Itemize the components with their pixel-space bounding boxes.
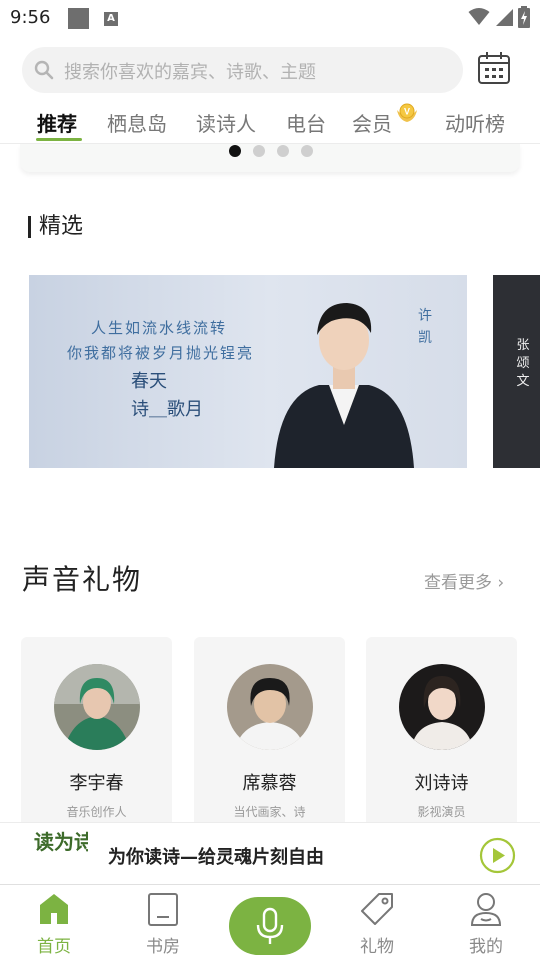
nav-library[interactable]: 书房 [123, 885, 203, 960]
carousel-dot [229, 145, 241, 157]
tag-icon [361, 893, 393, 925]
avatar [227, 664, 313, 750]
avatar [54, 664, 140, 750]
card-subtitle: 春天 [131, 371, 167, 392]
bottom-nav: 首页 书房 礼物 我的 [0, 885, 540, 960]
featured-card[interactable]: 张颂文 [493, 275, 540, 468]
carousel-dot [301, 145, 313, 157]
gift-person-role: 音乐创作人 [66, 805, 127, 819]
signal-icon [496, 9, 513, 26]
chevron-right-icon: › [497, 573, 505, 593]
nav-mine[interactable]: 我的 [446, 885, 526, 960]
nav-home-label: 首页 [37, 937, 71, 957]
record-button[interactable] [229, 897, 311, 955]
nav-gifts-label: 礼物 [360, 937, 394, 957]
tab-recommend[interactable]: 推荐 [37, 108, 77, 137]
gift-person-name: 席慕蓉 [242, 773, 297, 794]
user-icon [470, 893, 502, 926]
gift-person-name: 刘诗诗 [414, 773, 469, 794]
carousel-dot [253, 145, 265, 157]
gift-person-name: 李宇春 [69, 773, 124, 794]
nav-gifts[interactable]: 礼物 [337, 885, 417, 960]
gift-card[interactable]: 李宇春 音乐创作人 [21, 637, 172, 837]
card-poem-line: 你我都将被岁月抛光锃亮 [67, 344, 255, 362]
guest-portrait [274, 303, 414, 468]
guest-name: 许凯 [418, 308, 432, 346]
active-tab-indicator [36, 138, 82, 141]
tab-membership[interactable]: 会员 [352, 108, 392, 137]
gift-person-role: 当代画家、诗 [233, 805, 306, 819]
microphone-icon [256, 907, 284, 944]
carousel-dots [229, 145, 313, 157]
notification-square-icon [68, 8, 89, 29]
featured-section-title: 精选 [28, 216, 83, 238]
search-input[interactable]: 搜索你喜欢的嘉宾、诗歌、主题 [22, 47, 463, 93]
tab-readers[interactable]: 读诗人 [196, 108, 256, 137]
avatar [399, 664, 485, 750]
search-icon [34, 60, 54, 80]
battery-icon [518, 6, 530, 28]
gift-card[interactable]: 刘诗诗 影视演员 [366, 637, 517, 837]
gift-card[interactable]: 席慕蓉 当代画家、诗 [194, 637, 345, 837]
logo-text: 读为诗你 [34, 830, 88, 854]
svg-text:V: V [404, 107, 410, 117]
mini-player[interactable]: 读为诗你 为你读诗—给灵魂片刻自由 [0, 822, 540, 885]
tab-radio[interactable]: 电台 [286, 108, 326, 137]
search-placeholder: 搜索你喜欢的嘉宾、诗歌、主题 [64, 62, 316, 83]
gift-person-role: 影视演员 [417, 805, 466, 819]
nav-mine-label: 我的 [469, 937, 503, 957]
nav-library-label: 书房 [146, 937, 180, 957]
vip-crown-icon: V [397, 103, 417, 122]
card-subtitle: 诗＿歌月 [131, 399, 203, 420]
nav-home[interactable]: 首页 [14, 885, 94, 960]
tab-charts[interactable]: 动听榜 [445, 108, 505, 137]
featured-card[interactable]: 人生如流水线流转 你我都将被岁月抛光锃亮 春天 诗＿歌月 许凯 [29, 275, 467, 468]
tab-island[interactable]: 栖息岛 [107, 108, 167, 137]
home-icon [40, 894, 68, 924]
book-icon [148, 893, 178, 926]
play-icon[interactable] [479, 837, 516, 874]
app-logo: 读为诗你 [34, 830, 88, 854]
status-bar: 9:56 A [0, 0, 540, 38]
carousel-dot [277, 145, 289, 157]
status-icons [468, 6, 530, 28]
gifts-section-title: 声音礼物 [22, 563, 143, 596]
card-poem-line: 人生如流水线流转 [91, 319, 228, 337]
category-tabs: 推荐 栖息岛 读诗人 电台 会员 动听榜 [0, 100, 540, 144]
guest-name: 张颂文 [516, 338, 530, 389]
a-badge-icon: A [104, 12, 118, 26]
see-more-label: 查看更多 [424, 573, 492, 593]
see-more-link[interactable]: 查看更多 › [424, 568, 504, 593]
wifi-icon [468, 8, 490, 25]
player-title: 为你读诗—给灵魂片刻自由 [108, 847, 324, 868]
status-time: 9:56 [10, 7, 51, 28]
calendar-icon[interactable] [476, 50, 512, 86]
